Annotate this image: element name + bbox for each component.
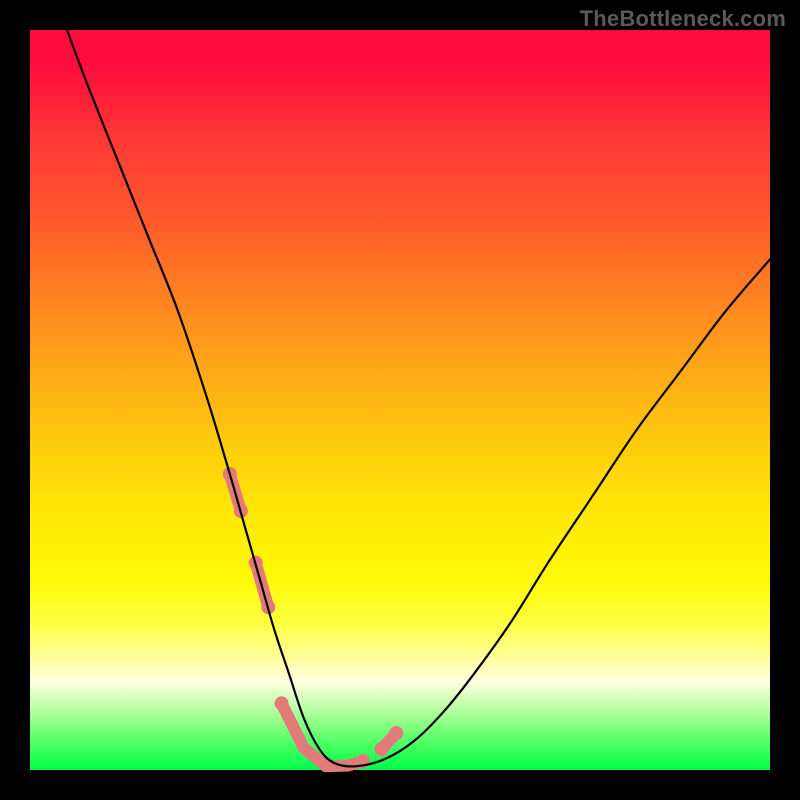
emphasis-layer [223,467,403,768]
chart-svg [30,30,770,770]
chart-frame: TheBottleneck.com [0,0,800,800]
plot-area [30,30,770,770]
emphasis-segment [282,703,363,766]
bottleneck-curve [67,30,770,766]
emphasis-point [275,696,289,710]
watermark-text: TheBottleneck.com [580,6,786,32]
emphasis-point [389,726,403,740]
emphasis-point [375,742,389,756]
